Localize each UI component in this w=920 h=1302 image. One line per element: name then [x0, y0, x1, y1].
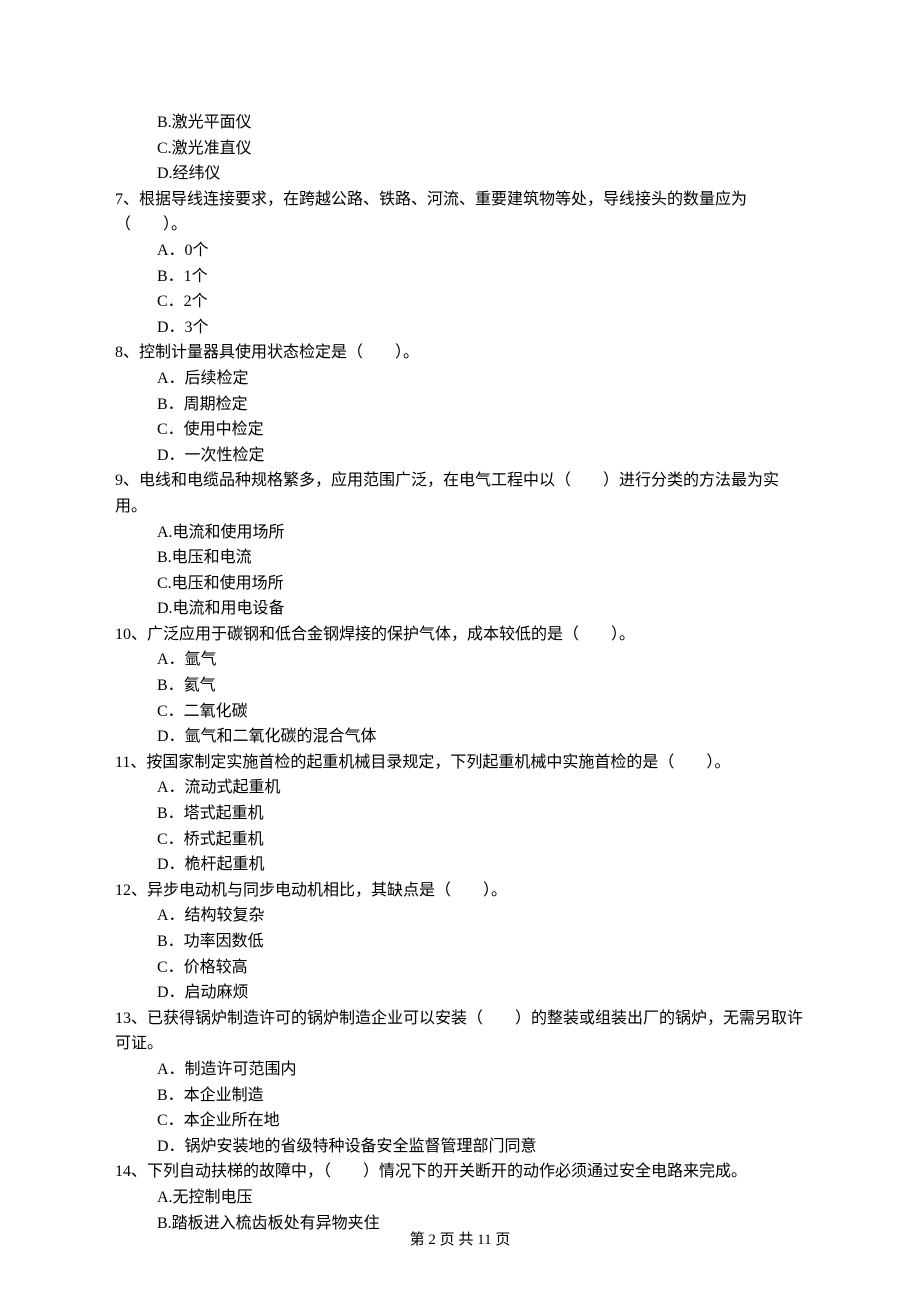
- option-line: A．0个: [115, 238, 805, 264]
- question-stem: 11、按国家制定实施首检的起重机械目录规定，下列起重机械中实施首检的是（ ）。: [115, 750, 805, 776]
- option-line: A.无控制电压: [115, 1185, 805, 1211]
- option-line: C．二氧化碳: [115, 699, 805, 725]
- option-line: D．3个: [115, 315, 805, 341]
- option-line: D.电流和用电设备: [115, 596, 805, 622]
- question-stem: 10、广泛应用于碳钢和低合金钢焊接的保护气体，成本较低的是（ ）。: [115, 622, 805, 648]
- option-line: C．价格较高: [115, 955, 805, 981]
- option-line: A．氩气: [115, 647, 805, 673]
- option-line: A．结构较复杂: [115, 903, 805, 929]
- question-stem: 13、已获得锅炉制造许可的锅炉制造企业可以安装（ ）的整装或组装出厂的锅炉，无需…: [115, 1006, 805, 1057]
- option-line: B.电压和电流: [115, 545, 805, 571]
- option-line: C．本企业所在地: [115, 1108, 805, 1134]
- page-content: B.激光平面仪 C.激光准直仪 D.经纬仪 7、根据导线连接要求，在跨越公路、铁…: [115, 110, 805, 1236]
- option-line: B．1个: [115, 264, 805, 290]
- option-line: A．流动式起重机: [115, 775, 805, 801]
- option-line: B．本企业制造: [115, 1083, 805, 1109]
- option-line: A.电流和使用场所: [115, 520, 805, 546]
- option-line: B．周期检定: [115, 392, 805, 418]
- question-stem: 7、根据导线连接要求，在跨越公路、铁路、河流、重要建筑物等处，导线接头的数量应为…: [115, 187, 805, 238]
- question-stem: 9、电线和电缆品种规格繁多，应用范围广泛，在电气工程中以（ ）进行分类的方法最为…: [115, 468, 805, 519]
- option-line: D．启动麻烦: [115, 980, 805, 1006]
- option-line: C．2个: [115, 289, 805, 315]
- page-footer: 第 2 页 共 11 页: [0, 1228, 920, 1252]
- option-line: B.激光平面仪: [115, 110, 805, 136]
- option-line: D．一次性检定: [115, 443, 805, 469]
- option-line: B．氦气: [115, 673, 805, 699]
- option-line: C.电压和使用场所: [115, 571, 805, 597]
- option-line: D.经纬仪: [115, 161, 805, 187]
- option-line: C.激光准直仪: [115, 136, 805, 162]
- question-stem: 12、异步电动机与同步电动机相比，其缺点是（ ）。: [115, 878, 805, 904]
- option-line: C．使用中检定: [115, 417, 805, 443]
- option-line: C．桥式起重机: [115, 827, 805, 853]
- option-line: D．锅炉安装地的省级特种设备安全监督管理部门同意: [115, 1134, 805, 1160]
- option-line: A．后续检定: [115, 366, 805, 392]
- option-line: B．塔式起重机: [115, 801, 805, 827]
- option-line: D．桅杆起重机: [115, 852, 805, 878]
- question-stem: 8、控制计量器具使用状态检定是（ ）。: [115, 340, 805, 366]
- option-line: B．功率因数低: [115, 929, 805, 955]
- option-line: D．氩气和二氧化碳的混合气体: [115, 724, 805, 750]
- question-stem: 14、下列自动扶梯的故障中，（ ）情况下的开关断开的动作必须通过安全电路来完成。: [115, 1159, 805, 1185]
- option-line: A．制造许可范围内: [115, 1057, 805, 1083]
